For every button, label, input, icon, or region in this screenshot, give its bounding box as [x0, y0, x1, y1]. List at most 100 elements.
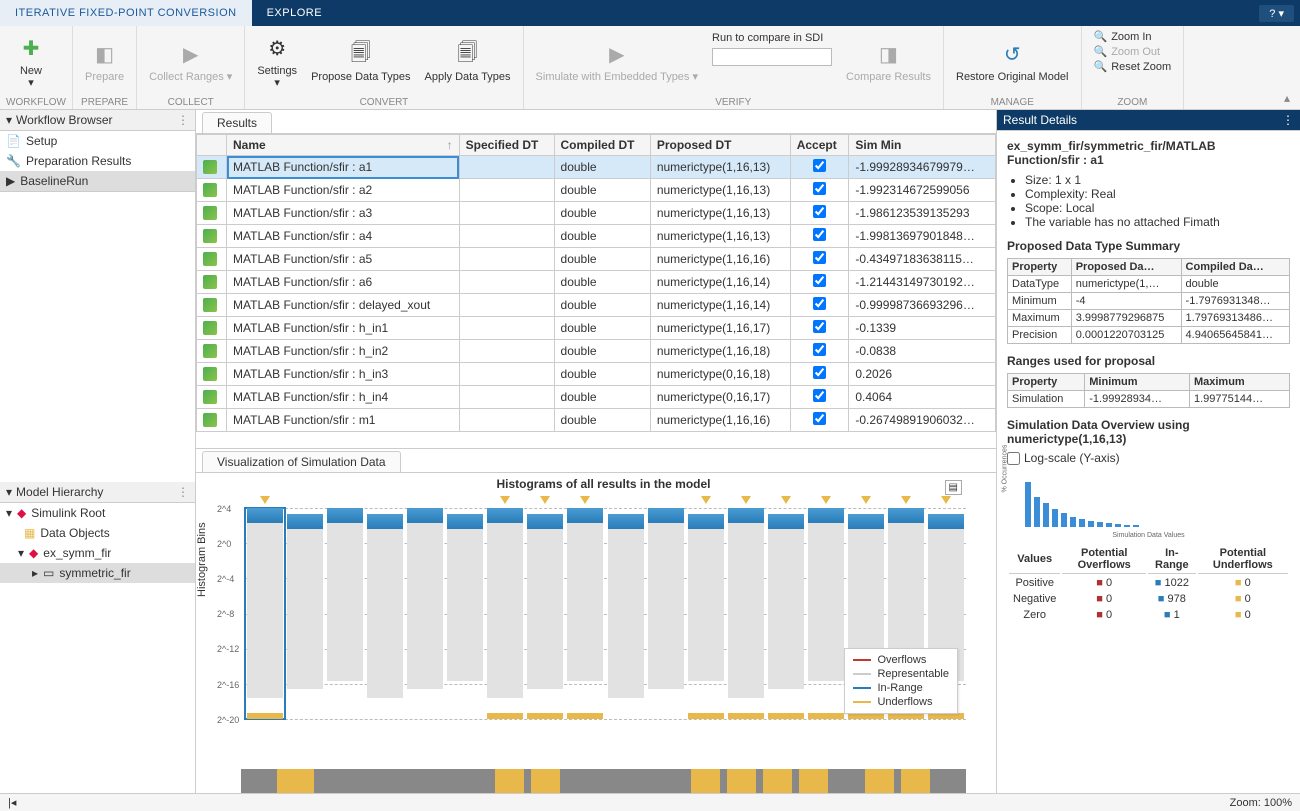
tree-dataobj[interactable]: ▦ Data Objects — [0, 523, 195, 543]
accept-checkbox[interactable] — [813, 297, 826, 310]
table-row[interactable]: MATLAB Function/sfir : a6doublenumericty… — [197, 271, 996, 294]
results-table[interactable]: Name ↑ Specified DT Compiled DT Proposed… — [196, 134, 996, 448]
workflow-item-setup[interactable]: 📄Setup — [0, 131, 195, 151]
restore-button[interactable]: ↺Restore Original Model — [950, 28, 1075, 96]
row-icon — [203, 298, 217, 312]
center-tabs: Results — [196, 110, 996, 134]
reset-zoom-icon: 🔍 — [1094, 60, 1108, 73]
zoom-in-button[interactable]: 🔍Zoom In — [1094, 30, 1172, 43]
restore-icon: ↺ — [998, 41, 1026, 69]
model-icon: ◆ — [29, 546, 38, 560]
accept-checkbox[interactable] — [813, 389, 826, 402]
table-row[interactable]: MATLAB Function/sfir : a3doublenumericty… — [197, 202, 996, 225]
viz-title: Histograms of all results in the model — [241, 477, 966, 491]
tree-fir[interactable]: ▾ ◆ ex_symm_fir — [0, 543, 195, 563]
prep-icon: 🔧 — [6, 154, 21, 168]
table-row[interactable]: MATLAB Function/sfir : delayed_xoutdoubl… — [197, 294, 996, 317]
row-icon — [203, 275, 217, 289]
accept-checkbox[interactable] — [813, 205, 826, 218]
group-collect-label: COLLECT — [143, 96, 238, 108]
tab-iterative[interactable]: ITERATIVE FIXED-POINT CONVERSION — [0, 0, 252, 26]
row-icon — [203, 206, 217, 220]
accept-checkbox[interactable] — [813, 251, 826, 264]
run-compare-select[interactable] — [712, 48, 832, 66]
values-table: ValuesPotential OverflowsIn-RangePotenti… — [1007, 543, 1290, 624]
table-row[interactable]: MATLAB Function/sfir : a2doublenumericty… — [197, 179, 996, 202]
table-row[interactable]: MATLAB Function/sfir : h_in3doublenumeri… — [197, 363, 996, 386]
accept-checkbox[interactable] — [813, 412, 826, 425]
group-verify-label: VERIFY — [530, 96, 937, 108]
table-row[interactable]: MATLAB Function/sfir : h_in4doublenumeri… — [197, 386, 996, 409]
group-manage-label: MANAGE — [950, 96, 1075, 108]
accept-checkbox[interactable] — [813, 320, 826, 333]
workflow-browser-header[interactable]: ▾Workflow Browser⋮ — [0, 110, 195, 131]
propose-button[interactable]: 🗐Propose Data Types — [305, 28, 416, 96]
accept-checkbox[interactable] — [813, 366, 826, 379]
prepare-icon: ◧ — [91, 41, 119, 69]
accept-checkbox[interactable] — [813, 182, 826, 195]
dataobj-icon: ▦ — [24, 526, 35, 540]
run-icon: ▶ — [6, 174, 15, 188]
detail-item: Size: 1 x 1 — [1025, 173, 1290, 187]
tab-explore[interactable]: EXPLORE — [252, 0, 337, 26]
visualization-panel: Visualization of Simulation Data Histogr… — [196, 448, 996, 793]
help-button[interactable]: ? ▾ — [1259, 5, 1294, 22]
detail-item: Scope: Local — [1025, 201, 1290, 215]
status-back-icon[interactable]: |◂ — [8, 796, 16, 809]
tab-viz[interactable]: Visualization of Simulation Data — [202, 451, 401, 472]
settings-button[interactable]: ⚙Settings▾ — [251, 28, 303, 96]
apply-icon: 🗐 — [454, 41, 482, 69]
viz-legend: Overflows Representable In-Range Underfl… — [844, 648, 958, 714]
viz-ylabel: Histogram Bins — [196, 522, 208, 597]
reset-zoom-button[interactable]: 🔍Reset Zoom — [1094, 60, 1172, 73]
tree-symmetric[interactable]: ▸ ▭ symmetric_fir — [0, 563, 195, 583]
zoom-out-icon: 🔍 — [1094, 45, 1108, 58]
accept-checkbox[interactable] — [813, 274, 826, 287]
col-simmin[interactable]: Sim Min — [849, 135, 996, 156]
table-row[interactable]: MATLAB Function/sfir : h_in1doublenumeri… — [197, 317, 996, 340]
row-icon — [203, 229, 217, 243]
row-icon — [203, 390, 217, 404]
col-comp[interactable]: Compiled DT — [554, 135, 650, 156]
col-name[interactable]: Name ↑ — [227, 135, 460, 156]
tab-results[interactable]: Results — [202, 112, 272, 133]
accept-checkbox[interactable] — [813, 343, 826, 356]
collapse-ribbon-icon[interactable]: ▴ — [1284, 91, 1290, 105]
main-tabstrip: ITERATIVE FIXED-POINT CONVERSION EXPLORE… — [0, 0, 1300, 26]
sim-overview-head: Simulation Data Overview using numericty… — [1007, 418, 1290, 446]
row-icon — [203, 252, 217, 266]
apply-button[interactable]: 🗐Apply Data Types — [419, 28, 517, 96]
logscale-checkbox[interactable] — [1007, 452, 1020, 465]
zoom-out-button[interactable]: 🔍Zoom Out — [1094, 45, 1172, 58]
logscale-label: Log-scale (Y-axis) — [1024, 451, 1120, 465]
table-row[interactable]: MATLAB Function/sfir : a5doublenumericty… — [197, 248, 996, 271]
tree-root[interactable]: ▾ ◆ Simulink Root — [0, 503, 195, 523]
accept-checkbox[interactable] — [813, 159, 826, 172]
new-button[interactable]: ✚New▾ — [6, 28, 56, 96]
subsys-icon: ▭ — [43, 566, 54, 580]
table-row[interactable]: MATLAB Function/sfir : h_in2doublenumeri… — [197, 340, 996, 363]
play-icon: ▶ — [603, 41, 631, 69]
col-prop[interactable]: Proposed DT — [650, 135, 790, 156]
workflow-item-preparation[interactable]: 🔧Preparation Results — [0, 151, 195, 171]
row-icon — [203, 321, 217, 335]
details-header[interactable]: Result Details⋮ — [997, 110, 1300, 131]
workflow-item-baseline[interactable]: ▶BaselineRun — [0, 171, 195, 191]
col-acc[interactable]: Accept — [790, 135, 849, 156]
gear-icon: ⚙ — [263, 35, 291, 63]
viz-legend-toggle-icon[interactable]: ▤ — [945, 480, 962, 495]
col-spec[interactable]: Specified DT — [459, 135, 554, 156]
table-row[interactable]: MATLAB Function/sfir : a4doublenumericty… — [197, 225, 996, 248]
viz-overview-bar[interactable] — [241, 769, 966, 793]
model-hierarchy-header[interactable]: ▾Model Hierarchy⋮ — [0, 482, 195, 503]
zoom-label: Zoom: 100% — [1230, 797, 1292, 809]
table-row[interactable]: MATLAB Function/sfir : m1doublenumericty… — [197, 409, 996, 432]
table-row[interactable]: MATLAB Function/sfir : a1doublenumericty… — [197, 156, 996, 179]
group-zoom-label: ZOOM — [1088, 96, 1178, 108]
ranges-head: Ranges used for proposal — [1007, 354, 1290, 368]
compare-button: ◨Compare Results — [840, 28, 937, 96]
model-tree: ▾ ◆ Simulink Root ▦ Data Objects ▾ ◆ ex_… — [0, 503, 195, 793]
simulink-icon: ◆ — [17, 506, 26, 520]
accept-checkbox[interactable] — [813, 228, 826, 241]
proposed-summary-table: PropertyProposed Da…Compiled Da… DataTyp… — [1007, 258, 1290, 344]
